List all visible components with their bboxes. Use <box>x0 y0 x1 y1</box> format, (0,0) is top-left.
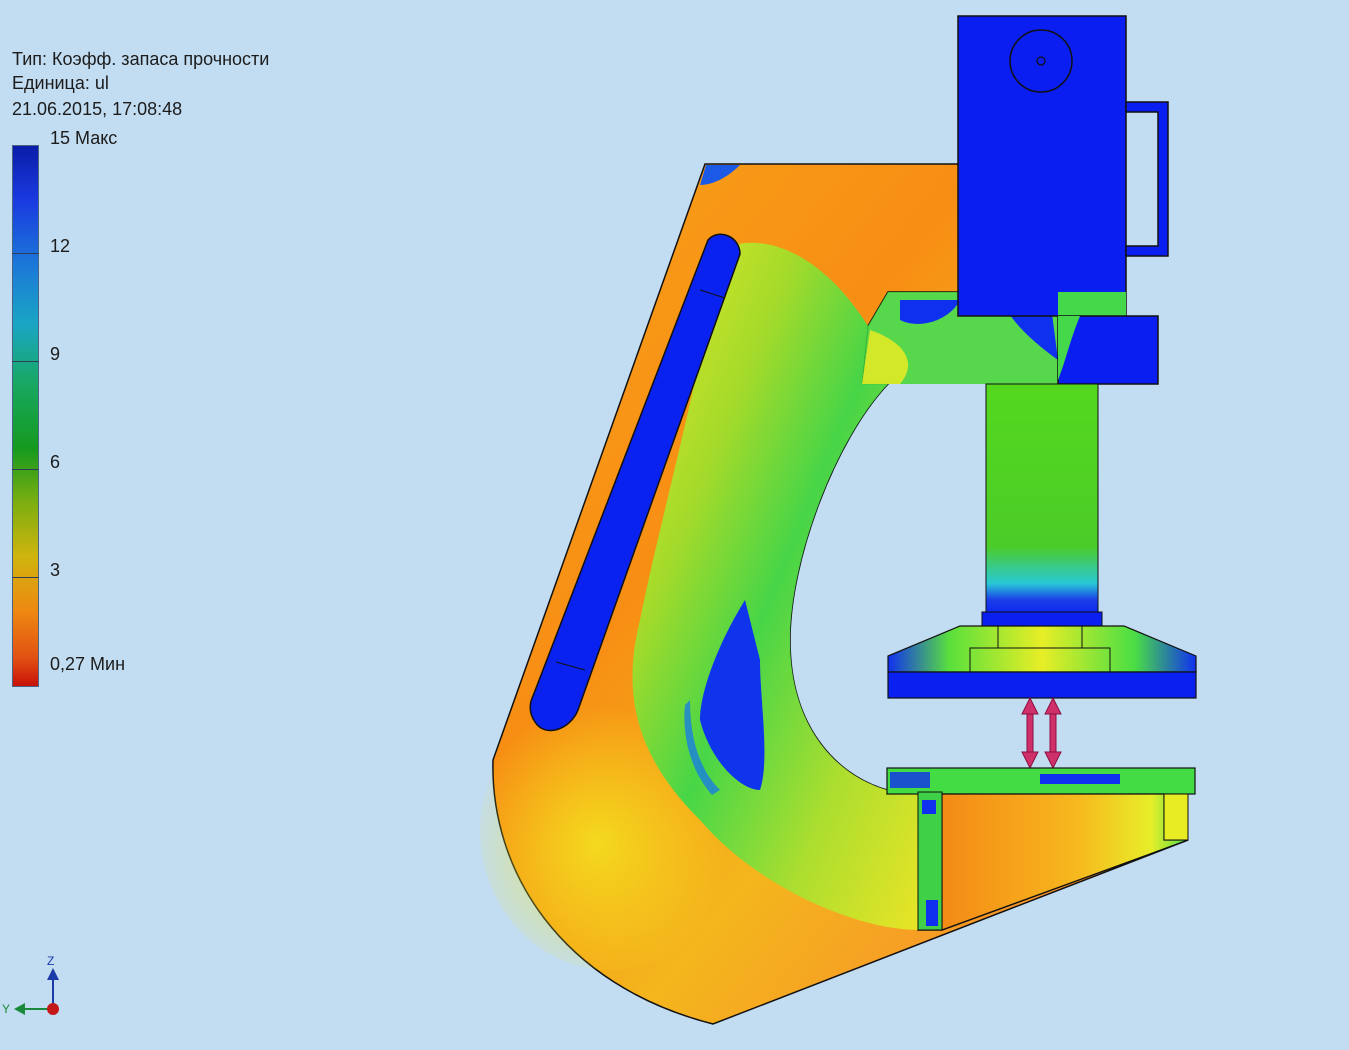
cylinder-handle <box>1125 101 1169 257</box>
hydraulic-cylinder <box>957 15 1127 317</box>
piston-rod <box>985 383 1099 617</box>
axis-y-label: Y <box>2 1002 10 1016</box>
axis-z-label: Z <box>47 954 54 968</box>
coordinate-axes-icon: Z Y <box>2 954 59 1016</box>
lower-support <box>941 793 1189 931</box>
stress-result-model[interactable] <box>0 0 1349 1050</box>
upper-die <box>887 625 1197 673</box>
load-arrows <box>1021 696 1062 770</box>
